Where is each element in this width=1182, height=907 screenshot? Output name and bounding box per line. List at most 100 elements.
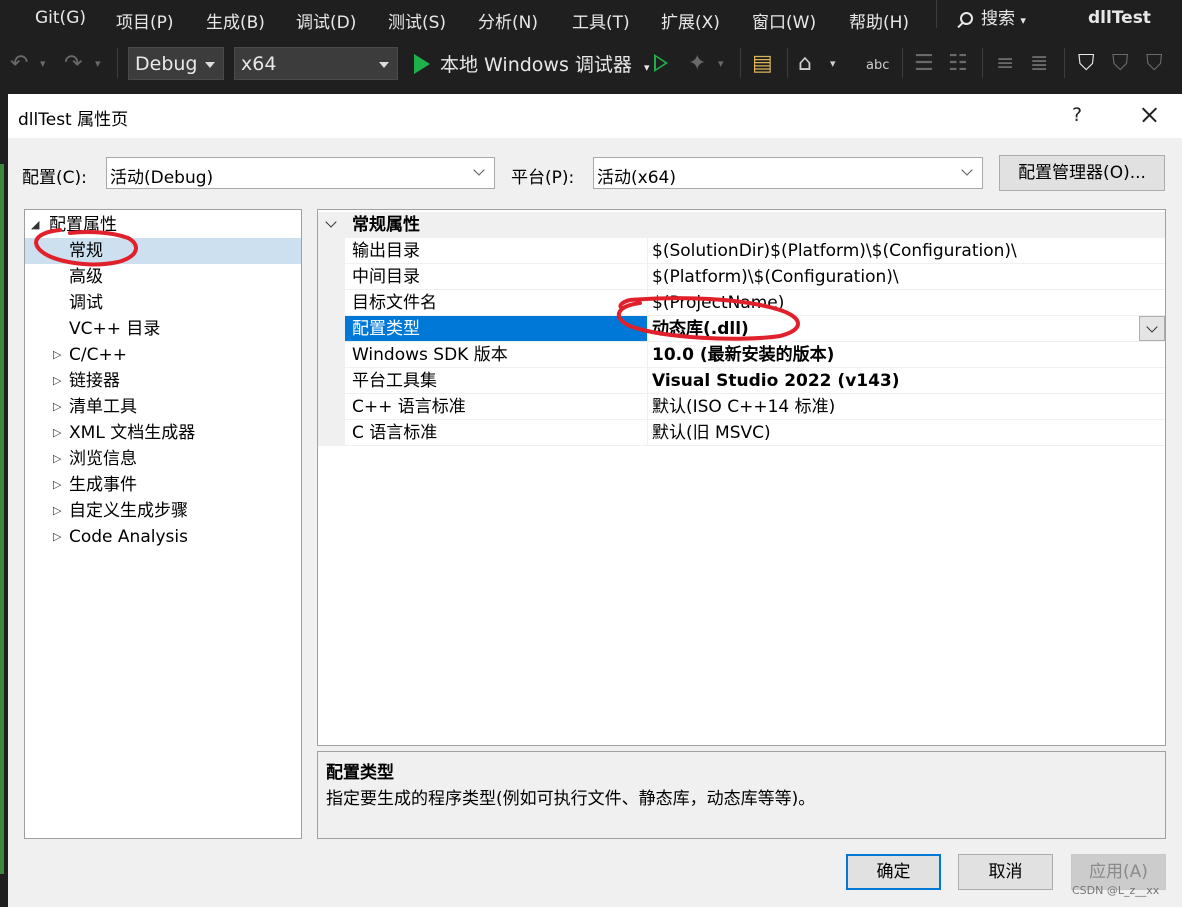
collapsed-arrow-icon[interactable]: ▷: [53, 342, 61, 368]
tree-item-general[interactable]: 常规: [25, 238, 301, 264]
tree-item-label: 清单工具: [69, 397, 137, 417]
value-dropdown-button[interactable]: [1139, 316, 1165, 341]
tree-item-vc-directories[interactable]: VC++ 目录: [25, 316, 301, 342]
redo-icon[interactable]: ↷: [64, 52, 82, 76]
bookmark-icon[interactable]: ⛉: [1078, 52, 1095, 76]
tree-root-label: 配置属性: [49, 215, 117, 235]
tree-item-code-analysis[interactable]: ▷ Code Analysis: [25, 524, 301, 550]
collapsed-arrow-icon[interactable]: ▷: [53, 524, 61, 550]
uncomment-icon[interactable]: ☷: [948, 52, 968, 76]
menu-tools[interactable]: 工具(T): [572, 8, 630, 33]
tree-item-linker[interactable]: ▷ 链接器: [25, 368, 301, 394]
property-row-selected[interactable]: 配置类型 动态库(.dll): [318, 316, 1165, 342]
property-name[interactable]: C++ 语言标准: [345, 394, 647, 420]
tree-item-build-events[interactable]: ▷ 生成事件: [25, 472, 301, 498]
bookmark-next-icon[interactable]: ⛉: [1146, 52, 1163, 76]
collapsed-arrow-icon[interactable]: ▷: [53, 420, 61, 446]
property-name[interactable]: 目标文件名: [345, 290, 647, 316]
platform-combo[interactable]: x64: [234, 47, 398, 80]
tree-item-xml-doc-generator[interactable]: ▷ XML 文档生成器: [25, 420, 301, 446]
chevron-down-icon: [961, 164, 973, 176]
property-row[interactable]: 输出目录 $(SolutionDir)$(Platform)\$(Configu…: [318, 238, 1165, 264]
collapsed-arrow-icon[interactable]: ▷: [53, 394, 61, 420]
chevron-down-icon[interactable]: [325, 216, 337, 228]
hot-reload-icon[interactable]: ✦: [688, 52, 706, 76]
toolbar-separator: [117, 48, 118, 78]
property-row[interactable]: Windows SDK 版本 10.0 (最新安装的版本): [318, 342, 1165, 368]
property-row[interactable]: C 语言标准 默认(旧 MSVC): [318, 420, 1165, 446]
collapsed-arrow-icon[interactable]: ▷: [53, 446, 61, 472]
undo-icon[interactable]: ↶: [10, 52, 28, 76]
tree-item-advanced[interactable]: 高级: [25, 264, 301, 290]
indent-icon[interactable]: ≣: [1030, 52, 1048, 76]
home-window-icon[interactable]: ⌂: [798, 52, 812, 76]
property-value[interactable]: 动态库(.dll): [647, 316, 1165, 342]
property-name[interactable]: C 语言标准: [345, 420, 647, 446]
platform-select[interactable]: 活动(x64): [593, 157, 983, 189]
menu-git[interactable]: Git(G): [35, 8, 86, 28]
search-button[interactable]: 搜索 ▾: [960, 4, 1026, 29]
menu-test[interactable]: 测试(S): [388, 8, 446, 33]
menu-build[interactable]: 生成(B): [206, 8, 265, 33]
configuration-combo[interactable]: Debug: [128, 47, 224, 80]
toolbar-separator: [1064, 48, 1065, 78]
property-value[interactable]: 默认(旧 MSVC): [647, 420, 1165, 446]
menu-window[interactable]: 窗口(W): [752, 8, 816, 33]
toolbar-separator: [787, 48, 788, 78]
category-header[interactable]: 常规属性: [318, 212, 1165, 238]
cancel-button[interactable]: 取消: [958, 854, 1053, 890]
tree-item-c-cpp[interactable]: ▷ C/C++: [25, 342, 301, 368]
outdent-icon[interactable]: ≡: [996, 52, 1014, 76]
menu-project[interactable]: 项目(P): [116, 8, 174, 33]
property-value[interactable]: 10.0 (最新安装的版本): [647, 342, 1165, 368]
configuration-select[interactable]: 活动(Debug): [106, 157, 495, 189]
tree-root[interactable]: ◢ 配置属性: [25, 212, 301, 238]
tree-item-manifest-tool[interactable]: ▷ 清单工具: [25, 394, 301, 420]
property-row[interactable]: 中间目录 $(Platform)\$(Configuration)\: [318, 264, 1165, 290]
comment-icon[interactable]: ☰: [914, 52, 934, 76]
property-name[interactable]: 输出目录: [345, 238, 647, 264]
collapsed-arrow-icon[interactable]: ▷: [53, 368, 61, 394]
property-value[interactable]: 默认(ISO C++14 标准): [647, 394, 1165, 420]
menu-help[interactable]: 帮助(H): [849, 8, 909, 33]
tree-item-label: 高级: [69, 267, 103, 287]
tree-item-custom-build-step[interactable]: ▷ 自定义生成步骤: [25, 498, 301, 524]
start-without-debugging-icon[interactable]: [654, 54, 668, 72]
property-name[interactable]: 中间目录: [345, 264, 647, 290]
property-value[interactable]: $(Platform)\$(Configuration)\: [647, 264, 1165, 290]
collapsed-arrow-icon[interactable]: ▷: [53, 498, 61, 524]
property-value[interactable]: $(ProjectName): [647, 290, 1165, 316]
tree-item-browse-info[interactable]: ▷ 浏览信息: [25, 446, 301, 472]
property-row[interactable]: 平台工具集 Visual Studio 2022 (v143): [318, 368, 1165, 394]
tree-item-label: 常规: [69, 241, 103, 261]
hot-reload-dropdown-icon[interactable]: ▾: [718, 52, 724, 76]
property-value[interactable]: $(SolutionDir)$(Platform)\$(Configuratio…: [647, 238, 1165, 264]
start-debugging-button[interactable]: 本地 Windows 调试器 ▾: [414, 50, 649, 77]
expanded-arrow-icon[interactable]: ◢: [31, 212, 39, 238]
ok-button[interactable]: 确定: [846, 854, 941, 890]
property-row[interactable]: C++ 语言标准 默认(ISO C++14 标准): [318, 394, 1165, 420]
chevron-down-icon: ▾: [1020, 14, 1026, 27]
tree-item-label: 生成事件: [69, 475, 137, 495]
redo-dropdown-icon[interactable]: ▾: [95, 52, 101, 76]
bookmark-previous-icon[interactable]: ⛉: [1112, 52, 1129, 76]
menu-analyze[interactable]: 分析(N): [478, 8, 538, 33]
menu-debug[interactable]: 调试(D): [296, 8, 356, 33]
help-button[interactable]: ?: [1072, 104, 1082, 126]
close-icon[interactable]: [1134, 100, 1164, 130]
property-value[interactable]: Visual Studio 2022 (v143): [647, 368, 1165, 394]
property-row[interactable]: 目标文件名 $(ProjectName): [318, 290, 1165, 316]
undo-dropdown-icon[interactable]: ▾: [40, 52, 46, 76]
spell-check-icon[interactable]: abc: [866, 54, 889, 78]
folder-search-icon[interactable]: ▤: [752, 52, 773, 76]
tree-item-debugging[interactable]: 调试: [25, 290, 301, 316]
configuration-manager-button[interactable]: 配置管理器(O)...: [999, 155, 1165, 191]
property-name[interactable]: 配置类型: [345, 316, 647, 342]
tree-item-label: Code Analysis: [69, 527, 188, 547]
window-dropdown-icon[interactable]: ▾: [830, 52, 836, 76]
collapsed-arrow-icon[interactable]: ▷: [53, 472, 61, 498]
property-name[interactable]: Windows SDK 版本: [345, 342, 647, 368]
menu-extensions[interactable]: 扩展(X): [661, 8, 720, 33]
row-gutter: [318, 368, 345, 394]
property-name[interactable]: 平台工具集: [345, 368, 647, 394]
